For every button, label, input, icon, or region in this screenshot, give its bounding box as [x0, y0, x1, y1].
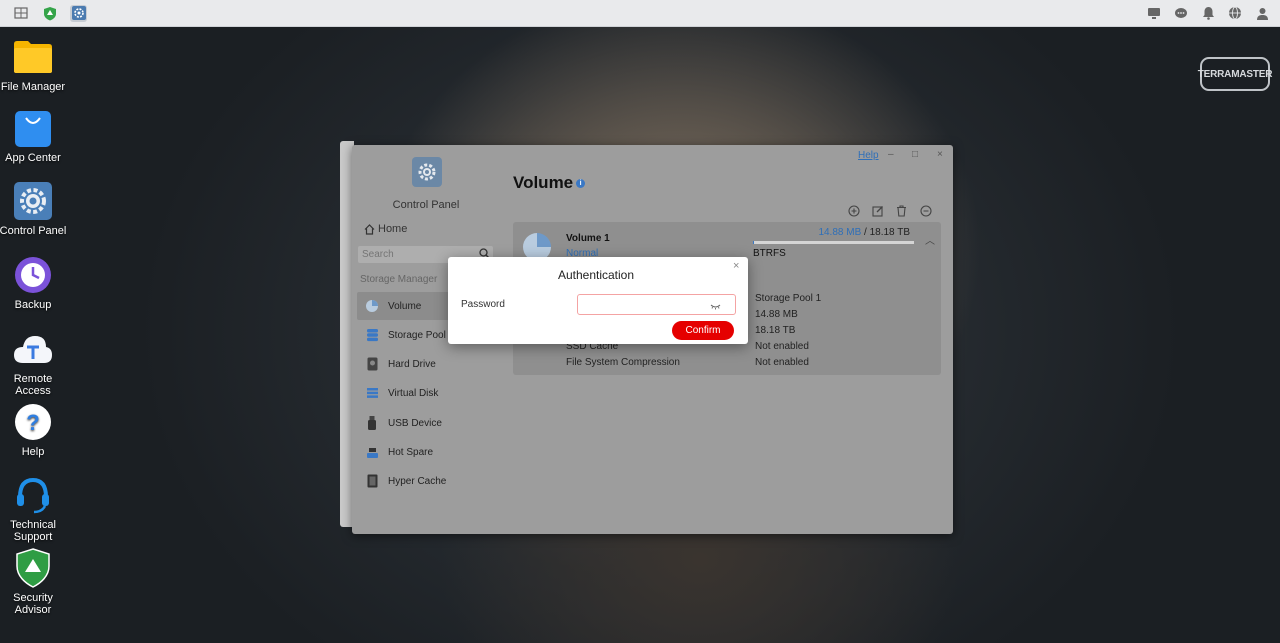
detail-value: 14.88 MB [755, 309, 798, 320]
detail-value: Not enabled [755, 341, 809, 352]
confirm-button[interactable]: Confirm [672, 321, 734, 340]
usage-bar [753, 241, 914, 244]
home-link[interactable]: Home [364, 223, 407, 235]
pie-icon [365, 299, 379, 313]
section-storage-manager: Storage Manager [360, 274, 438, 285]
close-window-icon[interactable]: × [937, 149, 943, 160]
chat-icon[interactable] [1173, 5, 1189, 21]
desktop-icon-help[interactable]: ? Help [0, 402, 68, 458]
detail-value: Not enabled [755, 357, 809, 368]
desktop-icon-remote-access[interactable]: Remote Access [0, 329, 68, 397]
security-advisor-taskbar-icon[interactable] [41, 5, 58, 22]
eye-closed-icon[interactable] [710, 299, 721, 313]
clock-icon [13, 255, 53, 295]
volume-usage: 14.88 MB / 18.18 TB [753, 227, 910, 238]
desktop-icon-label: Control Panel [0, 225, 67, 237]
delete-icon[interactable] [895, 204, 908, 217]
dialog-title: Authentication [557, 268, 635, 282]
control-panel-taskbar-icon[interactable] [70, 4, 87, 22]
volume-toolbar [847, 204, 932, 217]
shield-icon [13, 548, 53, 588]
sidebar-item-label: Hot Spare [388, 446, 434, 458]
desktop-icon-label: Technical Support [10, 519, 56, 543]
cloud-icon [13, 329, 53, 369]
virtual-disk-icon [365, 386, 379, 400]
sidebar-item-label: Volume [388, 300, 422, 312]
cache-icon [365, 474, 379, 488]
terramaster-logo: TERRAMASTER [1198, 57, 1272, 91]
authentication-dialog: Authentication × Password Confirm [448, 257, 748, 344]
desktop-icon-label: Backup [14, 299, 52, 311]
headset-icon [13, 475, 53, 515]
more-icon[interactable] [919, 204, 932, 217]
volume-total: 18.18 TB [869, 227, 910, 238]
chevron-up-icon[interactable]: ︿ [925, 232, 935, 247]
control-panel-gear-icon [412, 157, 442, 187]
question-icon: ? [13, 402, 53, 442]
hot-spare-icon [365, 445, 379, 459]
sidebar-item-hard-drive[interactable]: Hard Drive [357, 350, 495, 378]
close-icon[interactable]: × [733, 260, 739, 272]
desktop-icon-security-advisor[interactable]: Security Advisor [0, 548, 68, 616]
shopping-bag-icon [13, 108, 53, 148]
password-field-wrapper [577, 294, 736, 315]
sidebar-item-hyper-cache[interactable]: Hyper Cache [357, 467, 495, 495]
minimize-icon[interactable]: – [888, 149, 894, 160]
password-label: Password [461, 299, 505, 310]
home-icon [364, 223, 375, 235]
desktop-icon-backup[interactable]: Backup [0, 255, 68, 311]
control-panel-title: Control Panel [392, 199, 460, 211]
desktop-icon-technical-support[interactable]: Technical Support [0, 475, 68, 543]
usb-icon [365, 416, 379, 430]
detail-value: Storage Pool 1 [755, 293, 822, 304]
volume-used: 14.88 MB [818, 227, 862, 238]
bell-icon[interactable] [1200, 5, 1216, 21]
desktop-icon-file-manager[interactable]: File Manager [0, 37, 68, 93]
edit-icon[interactable] [871, 204, 884, 217]
maximize-icon[interactable]: □ [912, 149, 918, 160]
sidebar-item-hot-spare[interactable]: Hot Spare [357, 438, 495, 466]
password-input[interactable] [578, 295, 718, 312]
sidebar-item-usb-device[interactable]: USB Device [357, 409, 495, 437]
sidebar-item-label: Hard Drive [388, 358, 436, 370]
home-label: Home [378, 223, 408, 235]
detail-label: File System Compression [566, 357, 680, 368]
folder-icon [13, 37, 53, 77]
sidebar-item-label: Storage Pool [388, 329, 446, 341]
database-icon [365, 328, 379, 342]
sidebar-item-label: USB Device [388, 417, 442, 429]
desktop-icon-label: File Manager [0, 81, 66, 93]
add-icon[interactable] [847, 204, 860, 217]
desktop-icon-app-center[interactable]: App Center [0, 108, 68, 164]
svg-text:?: ? [26, 410, 39, 435]
desktop-icon-label: Help [21, 446, 45, 458]
sidebar-item-virtual-disk[interactable]: Virtual Disk [357, 379, 495, 407]
user-icon[interactable] [1254, 5, 1270, 21]
usage-separator: / [864, 227, 867, 238]
desktop-icon-label: App Center [5, 152, 61, 164]
taskbar [0, 0, 1280, 27]
show-desktop-icon[interactable] [12, 5, 29, 22]
volume-filesystem: BTRFS [753, 248, 786, 259]
sidebar-item-label: Virtual Disk [388, 387, 439, 399]
monitor-icon[interactable] [1146, 5, 1162, 21]
disk-icon [365, 357, 379, 371]
desktop-icon-label: Remote Access [13, 373, 53, 397]
desktop-icon-control-panel[interactable]: Control Panel [0, 181, 68, 237]
page-title: Volume i [513, 173, 586, 193]
info-icon[interactable]: i [576, 179, 586, 189]
sidebar-item-label: Hyper Cache [388, 475, 447, 487]
volume-name: Volume 1 [566, 233, 610, 244]
detail-value: 18.18 TB [755, 325, 796, 336]
globe-icon[interactable] [1227, 5, 1243, 21]
gear-icon [13, 181, 53, 221]
help-link[interactable]: Help [858, 150, 879, 161]
desktop-icon-label: Security Advisor [13, 592, 53, 616]
